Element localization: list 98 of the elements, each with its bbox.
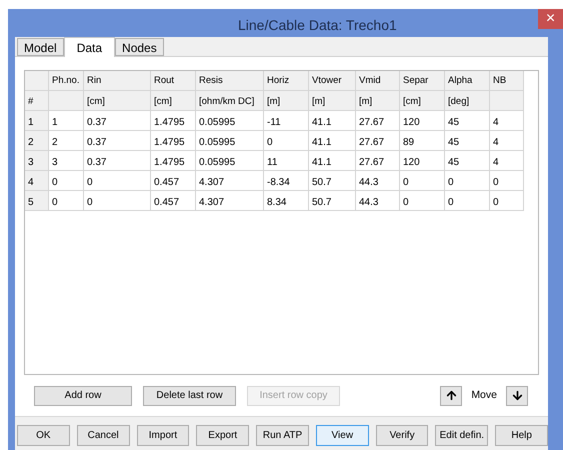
table-cell: 0 — [400, 191, 445, 211]
table-cell: 44.3 — [356, 171, 400, 191]
column-header: Separ — [400, 71, 445, 91]
unit-header: [m] — [264, 91, 309, 111]
column-header: Ph.no. — [49, 71, 84, 91]
unit-header — [490, 91, 524, 111]
table-cell: 3 — [49, 151, 84, 171]
table-cell: 50.7 — [309, 191, 356, 211]
table-cell: 120 — [400, 111, 445, 131]
tab[interactable]: Data — [64, 37, 116, 57]
table-cell: 0.37 — [84, 151, 151, 171]
table-cell: 89 — [400, 131, 445, 151]
window-title: Line/Cable Data: Trecho1 — [238, 16, 397, 35]
arrow-up-icon — [444, 389, 458, 402]
row-button[interactable]: Delete last row — [143, 386, 236, 406]
table-cell: 4 — [490, 151, 524, 171]
column-header: NB — [490, 71, 524, 91]
unit-header: [m] — [356, 91, 400, 111]
table-cell: 27.67 — [356, 151, 400, 171]
table-cell: 4 — [490, 131, 524, 151]
row-button[interactable]: Add row — [34, 386, 132, 406]
table-cell: 0 — [49, 191, 84, 211]
move-up-button[interactable] — [440, 386, 462, 406]
table-cell: 45 — [445, 151, 490, 171]
dialog-button[interactable]: OK — [17, 425, 70, 446]
table-cell: 0.37 — [84, 131, 151, 151]
table-cell: 1.4795 — [151, 111, 196, 131]
unit-header: # — [25, 91, 49, 111]
table-cell: 1 — [49, 111, 84, 131]
column-header: Rout — [151, 71, 196, 91]
dialog-button[interactable]: Import — [136, 425, 190, 446]
dialog-button[interactable]: Verify — [376, 425, 428, 446]
table-cell: 4.307 — [196, 191, 264, 211]
table-cell: 41.1 — [309, 131, 356, 151]
table-cell: 44.3 — [356, 191, 400, 211]
tab[interactable]: Model — [17, 38, 64, 56]
tab[interactable]: Nodes — [115, 38, 164, 56]
row-header: 1 — [25, 111, 49, 131]
table-cell: 8.34 — [264, 191, 309, 211]
table-cell: 1.4795 — [151, 151, 196, 171]
table-cell: -8.34 — [264, 171, 309, 191]
table-cell: 45 — [445, 111, 490, 131]
table-cell: 1.4795 — [151, 131, 196, 151]
row-header: 3 — [25, 151, 49, 171]
unit-header: [cm] — [400, 91, 445, 111]
table-cell: 50.7 — [309, 171, 356, 191]
table-cell: 4.307 — [196, 171, 264, 191]
table-cell: 0 — [490, 191, 524, 211]
column-header: Alpha — [445, 71, 490, 91]
table-cell: 0.457 — [151, 191, 196, 211]
table-cell: 11 — [264, 151, 309, 171]
table-cell: 4 — [490, 111, 524, 131]
table-cell: 0 — [400, 171, 445, 191]
unit-header: [deg] — [445, 91, 490, 111]
dialog-button[interactable]: Run ATP — [256, 425, 309, 446]
table-cell: 41.1 — [309, 151, 356, 171]
table-cell: 0.05995 — [196, 111, 264, 131]
column-header: Resis — [196, 71, 264, 91]
arrow-down-icon — [510, 389, 524, 402]
close-button[interactable]: × — [538, 9, 563, 29]
move-down-button[interactable] — [506, 386, 528, 406]
table-cell: 0 — [84, 171, 151, 191]
unit-header — [49, 91, 84, 111]
table-cell: 0 — [445, 191, 490, 211]
unit-header: [cm] — [151, 91, 196, 111]
table-cell: -11 — [264, 111, 309, 131]
unit-header: [ohm/km DC] — [196, 91, 264, 111]
column-header: Horiz — [264, 71, 309, 91]
table-cell: 120 — [400, 151, 445, 171]
move-label: Move — [471, 388, 497, 403]
table-cell: 0.05995 — [196, 151, 264, 171]
dialog-button[interactable]: Help — [495, 425, 548, 446]
dialog-button[interactable]: Export — [196, 425, 250, 446]
table-cell: 27.67 — [356, 131, 400, 151]
row-header: 4 — [25, 171, 49, 191]
dialog-button[interactable]: Cancel — [76, 425, 130, 446]
column-header: Vtower — [309, 71, 356, 91]
dialog-button[interactable]: Edit defin. — [435, 425, 488, 446]
table-cell: 2 — [49, 131, 84, 151]
column-header — [25, 71, 49, 91]
row-header: 2 — [25, 131, 49, 151]
table-cell: 45 — [445, 131, 490, 151]
table-cell: 41.1 — [309, 111, 356, 131]
dialog-button[interactable]: View — [316, 425, 369, 446]
column-header: Rin — [84, 71, 151, 91]
unit-header: [cm] — [84, 91, 151, 111]
table-cell: 0 — [49, 171, 84, 191]
unit-header: [m] — [309, 91, 356, 111]
table-cell: 0.05995 — [196, 131, 264, 151]
column-header: Vmid — [356, 71, 400, 91]
row-header: 5 — [25, 191, 49, 211]
table-cell: 0.457 — [151, 171, 196, 191]
table-cell: 0 — [490, 171, 524, 191]
table-cell: 27.67 — [356, 111, 400, 131]
table-cell: 0 — [445, 171, 490, 191]
table-cell: 0.37 — [84, 111, 151, 131]
table-cell: 0 — [84, 191, 151, 211]
table-cell: 0 — [264, 131, 309, 151]
